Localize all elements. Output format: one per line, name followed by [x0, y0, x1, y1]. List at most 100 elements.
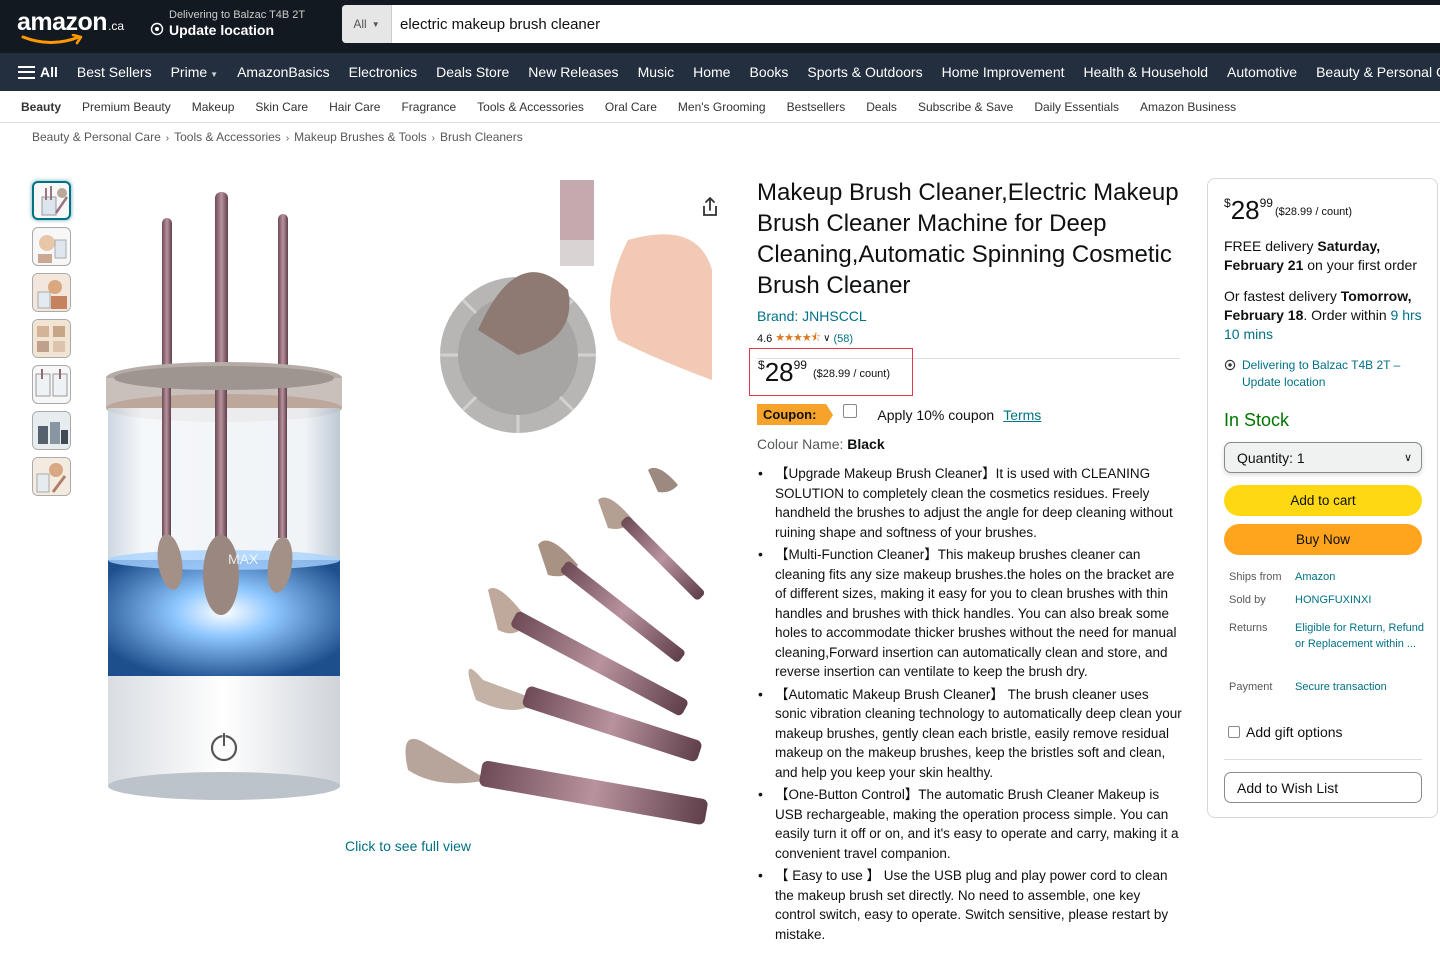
product-price: $2899 ($28.99 / count): [758, 357, 890, 388]
search-category-label: All: [353, 17, 367, 31]
deliver-line1: Delivering to Balzac T4B 2T: [169, 9, 306, 21]
coupon-row: Coupon: Apply 10% coupon Terms: [757, 403, 1041, 426]
search-category-dropdown[interactable]: All ▼: [342, 5, 392, 43]
fastest-delivery-info: Or fastest delivery Tomorrow, February 1…: [1224, 287, 1424, 344]
nav-item-beauty-personal-care[interactable]: Beauty & Personal Care: [1316, 64, 1440, 80]
subnav-item-amazon-business[interactable]: Amazon Business: [1140, 100, 1236, 114]
subnav-item-fragrance[interactable]: Fragrance: [401, 100, 456, 114]
subnav-item-deals[interactable]: Deals: [866, 100, 897, 114]
subnav-item-makeup[interactable]: Makeup: [192, 100, 235, 114]
chevron-down-icon: ▼: [371, 19, 380, 29]
nav-item-new-releases[interactable]: New Releases: [528, 64, 618, 80]
ships-from-value[interactable]: Amazon: [1295, 569, 1425, 585]
nav-item-automotive[interactable]: Automotive: [1227, 64, 1297, 80]
nav-item-prime[interactable]: Prime ▼: [171, 64, 218, 80]
price-box: $2899 ($28.99 / count): [749, 348, 913, 396]
delivery-suffix: on your first order: [1303, 257, 1417, 273]
nav-item-sports-outdoors[interactable]: Sports & Outdoors: [807, 64, 922, 80]
amazon-logo[interactable]: amazon.ca: [17, 8, 135, 48]
breadcrumb-item[interactable]: Tools & Accessories: [174, 130, 281, 144]
chevron-down-icon: ∨: [823, 333, 831, 344]
divider: [1224, 759, 1422, 760]
rating-count[interactable]: (58): [834, 333, 854, 345]
colour-value: Black: [847, 436, 885, 452]
category-subnav: Beauty Premium Beauty Makeup Skin Care H…: [0, 91, 1440, 123]
price-fraction: 99: [1259, 196, 1273, 210]
nav-item-best-sellers[interactable]: Best Sellers: [77, 64, 152, 80]
sold-by-label: Sold by: [1229, 594, 1266, 606]
coupon-terms-link[interactable]: Terms: [1003, 407, 1041, 423]
sold-by-value[interactable]: HONGFUXINXI: [1295, 592, 1425, 608]
main-product-image[interactable]: MAX: [98, 180, 712, 835]
full-view-link[interactable]: Click to see full view: [345, 838, 471, 854]
brand-link[interactable]: Brand: JNHSCCL: [757, 308, 1182, 324]
buy-now-button[interactable]: Buy Now: [1224, 524, 1422, 555]
thumbnail-6[interactable]: [32, 411, 71, 450]
nav-item-home[interactable]: Home: [693, 64, 730, 80]
subnav-item-subscribe-save[interactable]: Subscribe & Save: [918, 100, 1013, 114]
price-whole: 28: [764, 357, 794, 387]
nav-item-books[interactable]: Books: [749, 64, 788, 80]
subnav-item-mens-grooming[interactable]: Men's Grooming: [678, 100, 766, 114]
unit-price: ($28.99 / count): [812, 368, 891, 380]
location-pin-icon: [1224, 359, 1236, 371]
subnav-item-hair-care[interactable]: Hair Care: [329, 100, 380, 114]
subnav-item-daily-essentials[interactable]: Daily Essentials: [1034, 100, 1119, 114]
subnav-item-premium-beauty[interactable]: Premium Beauty: [82, 100, 171, 114]
thumbnail-2[interactable]: [32, 227, 71, 266]
fastest-prefix: Or fastest delivery: [1224, 288, 1341, 304]
subnav-item-tools-accessories[interactable]: Tools & Accessories: [477, 100, 584, 114]
payment-value[interactable]: Secure transaction: [1295, 679, 1425, 695]
product-photo: MAX: [106, 180, 712, 825]
add-to-cart-button[interactable]: Add to cart: [1224, 485, 1422, 516]
subnav-item-oral-care[interactable]: Oral Care: [605, 100, 657, 114]
quantity-select[interactable]: Quantity: 1 ∨: [1224, 442, 1422, 473]
feature-bullets: 【Upgrade Makeup Brush Cleaner】It is used…: [757, 464, 1183, 947]
gift-options[interactable]: Add gift options: [1228, 724, 1343, 740]
nav-item-deals-store[interactable]: Deals Store: [436, 64, 509, 80]
nav-item-home-improvement[interactable]: Home Improvement: [942, 64, 1065, 80]
rating-summary[interactable]: 4.6 ★★★★⯪ ∨ (58): [757, 329, 1182, 348]
all-menu-button[interactable]: All: [18, 64, 58, 80]
gift-checkbox[interactable]: [1228, 726, 1240, 738]
share-icon[interactable]: [696, 193, 724, 221]
chevron-down-icon: ∨: [1403, 452, 1412, 464]
nav-item-health-household[interactable]: Health & Household: [1084, 64, 1209, 80]
thumbnail-1[interactable]: [32, 181, 71, 220]
breadcrumb-item[interactable]: Brush Cleaners: [440, 130, 523, 144]
price-whole: 28: [1230, 195, 1260, 225]
subnav-item-skin-care[interactable]: Skin Care: [255, 100, 308, 114]
nav-item-electronics[interactable]: Electronics: [349, 64, 417, 80]
buybox-location[interactable]: Delivering to Balzac T4B 2T – Update loc…: [1224, 357, 1424, 391]
coupon-badge: Coupon:: [757, 404, 834, 426]
breadcrumb-item[interactable]: Makeup Brushes & Tools: [294, 130, 427, 144]
nav-item-music[interactable]: Music: [638, 64, 675, 80]
colour-label: Colour Name:: [757, 436, 848, 452]
subnav-item-beauty[interactable]: Beauty: [21, 100, 61, 114]
coupon-checkbox[interactable]: [843, 403, 858, 418]
buybox-location-text: Delivering to Balzac T4B 2T – Update loc…: [1242, 358, 1401, 389]
deliver-line2: Update location: [169, 22, 275, 38]
thumbnail-3[interactable]: [32, 273, 71, 312]
hamburger-icon: [18, 65, 35, 79]
chevron-right-icon: ›: [285, 133, 290, 144]
unit-price: ($28.99 / count): [1274, 206, 1353, 218]
thumbnail-5[interactable]: [32, 365, 71, 404]
quantity-label: Quantity: 1: [1237, 449, 1305, 466]
logo-wordmark: amazon: [17, 8, 108, 36]
thumbnail-4[interactable]: [32, 319, 71, 358]
search-input[interactable]: [400, 5, 1420, 43]
add-to-wish-list-button[interactable]: Add to Wish List: [1224, 772, 1422, 803]
top-bar: amazon.ca Delivering to Balzac T4B 2T Up…: [0, 0, 1440, 53]
breadcrumb-item[interactable]: Beauty & Personal Care: [32, 130, 161, 144]
payment-label: Payment: [1229, 681, 1273, 693]
returns-value[interactable]: Eligible for Return, Refund or Replaceme…: [1295, 620, 1425, 652]
image-watermark: MAX: [228, 551, 259, 567]
location-pin-icon: [150, 22, 164, 36]
subnav-item-bestsellers[interactable]: Bestsellers: [787, 100, 846, 114]
thumbnail-7[interactable]: [32, 457, 71, 496]
delivery-location[interactable]: Delivering to Balzac T4B 2T Update locat…: [150, 9, 330, 43]
colour-name: Colour Name: Black: [757, 436, 885, 452]
nav-item-amazonbasics[interactable]: AmazonBasics: [237, 64, 330, 80]
chevron-down-icon: ▼: [210, 70, 219, 79]
